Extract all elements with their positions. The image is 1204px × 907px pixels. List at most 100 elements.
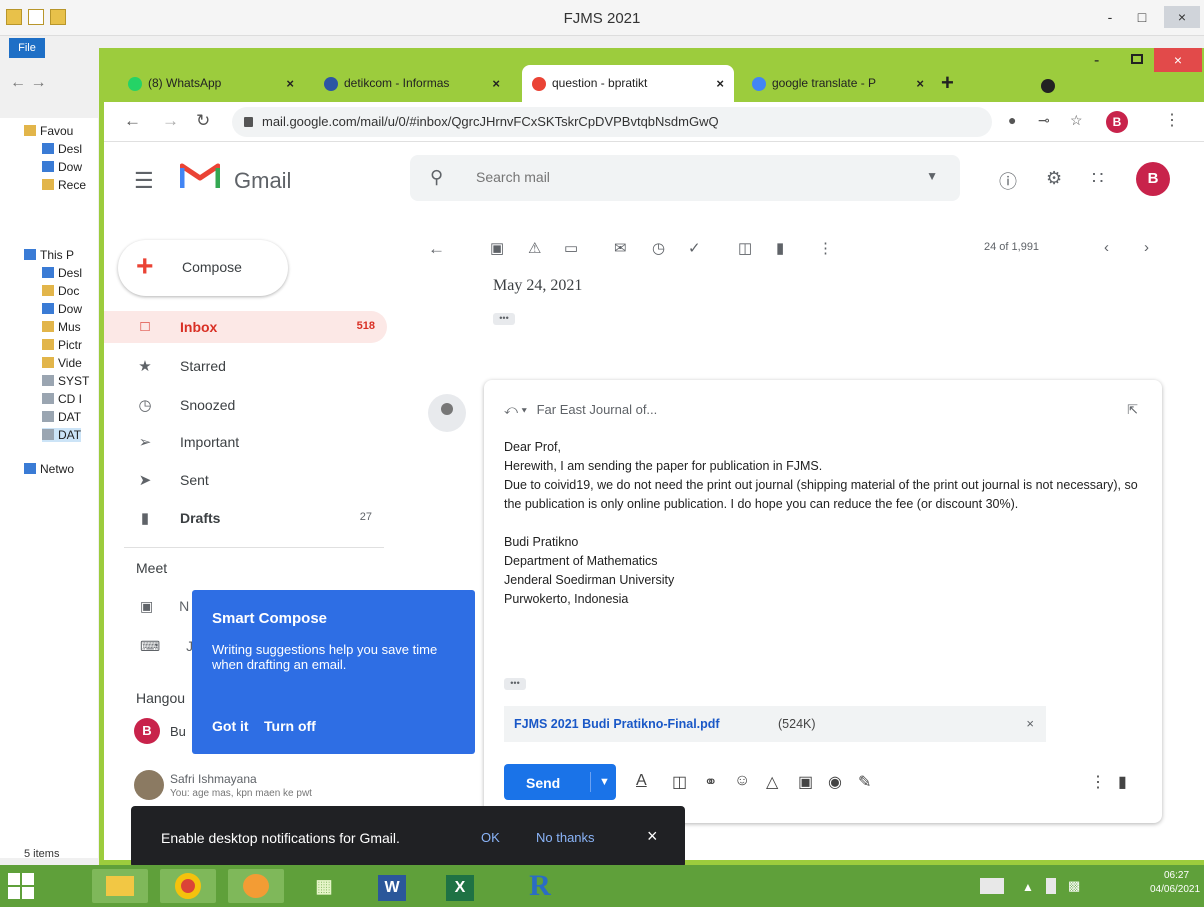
meet-new-meeting[interactable]: ▣ N [140,598,189,615]
bookmark-star-icon[interactable]: ☆ [1070,112,1083,129]
tab-google-translate[interactable]: google translate - P × [742,65,934,102]
attachment-chip[interactable]: FJMS 2021 Budi Pratikno-Final.pdf (524K)… [504,706,1046,742]
tree-item-documents[interactable]: Doc [42,284,79,298]
contact-name[interactable]: Safri Ishmayana [170,772,257,786]
remove-attachment-icon[interactable]: × [1026,716,1034,731]
delete-icon[interactable]: ▭ [564,239,578,257]
snooze-icon[interactable]: ◷ [652,239,665,257]
settings-gear-icon[interactable]: ⚙ [1046,168,1062,189]
apps-grid-icon[interactable]: ∷ [1092,168,1103,189]
gmail-account-avatar[interactable]: B [1136,162,1170,196]
label-icon[interactable]: ▮ [776,239,784,257]
search-options-icon[interactable]: ▼ [926,169,938,183]
explorer-maximize-button[interactable]: □ [1128,6,1156,28]
tree-item-network[interactable]: Netwo [24,462,74,476]
more-options-icon[interactable]: ⋮ [1090,772,1106,792]
tree-item-downloads[interactable]: Dow [42,160,82,174]
newer-icon[interactable]: ‹ [1104,239,1109,256]
got-it-button[interactable]: Got it [212,718,249,734]
tab-detikcom[interactable]: detikcom - Informas × [314,65,510,102]
tree-item-this-pc[interactable]: This P [24,248,74,262]
tree-item-downloads-pc[interactable]: Dow [42,302,82,316]
tree-item-favourites[interactable]: Favou [24,124,73,138]
compose-button[interactable]: + Compose [118,240,288,296]
chrome-icon[interactable] [160,869,216,903]
tree-item-desktop[interactable]: Desl [42,142,82,156]
nav-starred[interactable]: ★ Starred [104,350,384,382]
tree-item-data-drive-2[interactable]: DAT [42,428,82,442]
close-icon[interactable]: × [647,826,658,847]
explorer-minimize-button[interactable]: - [1096,6,1124,28]
hangout-user-name[interactable]: Bu [170,724,186,739]
move-to-icon[interactable]: ◫ [738,239,752,257]
insert-link-icon[interactable]: ⚭ [704,772,717,792]
close-icon[interactable]: × [916,65,924,102]
search-input[interactable] [476,169,856,185]
nav-snoozed[interactable]: ◷ Snoozed [104,389,384,421]
chrome-profile-avatar[interactable]: B [1106,111,1128,133]
chrome-close-button[interactable]: × [1154,48,1202,72]
tab-gmail[interactable]: question - bpratikt × [522,65,734,102]
notification-ok-button[interactable]: OK [481,830,500,845]
insert-drive-icon[interactable]: △ [766,772,778,792]
meet-join-meeting[interactable]: ⌨ J [140,638,193,655]
reload-icon[interactable]: ↻ [196,111,210,131]
mark-unread-icon[interactable]: ✉ [614,239,627,257]
keyboard-icon[interactable] [980,878,1004,894]
chrome-menu-icon[interactable]: ⋮ [1164,110,1180,130]
windows-start-icon[interactable] [8,873,34,899]
confidential-mode-icon[interactable]: ◉ [828,772,842,792]
close-icon[interactable]: × [492,65,500,102]
paint-icon[interactable] [228,869,284,903]
tree-item-videos[interactable]: Vide [42,356,82,370]
tree-item-music[interactable]: Mus [42,320,81,334]
older-icon[interactable]: › [1144,239,1149,256]
tree-item-system-drive[interactable]: SYST [42,374,89,388]
tray-arrow-icon[interactable]: ▲ [1022,880,1034,894]
file-tab[interactable]: File [9,38,45,58]
discard-draft-icon[interactable]: ▮ [1118,772,1127,792]
extension-icon[interactable]: ● [1008,112,1016,128]
nav-sent[interactable]: ➤ Sent [104,464,384,496]
tab-search-icon[interactable] [1041,79,1055,93]
tree-item-desktop-pc[interactable]: Desl [42,266,82,280]
forward-icon[interactable]: → [162,111,179,131]
help-icon[interactable]: ⓘ [999,168,1017,194]
new-tab-button[interactable]: + [941,70,954,96]
attachment-name[interactable]: FJMS 2021 Budi Pratikno-Final.pdf [514,717,720,731]
gmail-logo-icon[interactable] [180,160,220,190]
back-icon[interactable]: ← [124,111,141,131]
key-icon[interactable]: ⊸ [1038,112,1050,129]
tree-item-pictures[interactable]: Pictr [42,338,82,352]
contact-avatar[interactable] [134,770,164,800]
explorer-close-button[interactable]: × [1164,6,1200,28]
send-options-icon[interactable]: ▼ [590,772,610,792]
insert-photo-icon[interactable]: ▣ [798,772,813,792]
show-trimmed-content-button[interactable]: ••• [493,313,515,325]
tab-whatsapp[interactable]: (8) WhatsApp × [118,65,304,102]
close-icon[interactable]: × [716,65,724,102]
reply-icon[interactable]: ⤺ ▾ [504,402,527,417]
close-icon[interactable]: × [286,65,294,102]
address-bar[interactable]: mail.google.com/mail/u/0/#inbox/QgrcJHrn… [232,107,992,137]
excel-icon[interactable]: X [432,869,488,903]
attach-file-icon[interactable]: ◫ [672,772,687,792]
clock-time[interactable]: 06:27 [1164,870,1189,881]
nav-important[interactable]: ➢ Important [104,426,384,458]
more-options-icon[interactable]: ⋮ [818,239,833,257]
insert-emoji-icon[interactable]: ☺ [734,772,750,790]
send-button[interactable]: Send ▼ [504,764,616,800]
notification-no-thanks-button[interactable]: No thanks [536,830,595,845]
report-spam-icon[interactable]: ⚠ [528,239,541,257]
reply-recipient-row[interactable]: ⤺ ▾ Far East Journal of... [504,402,657,418]
main-menu-icon[interactable]: ☰ [134,168,154,194]
signal-icon[interactable]: ▩ [1068,878,1080,894]
tree-item-data-drive[interactable]: DAT [42,410,81,424]
r-app-icon[interactable]: R [512,869,568,903]
word-icon[interactable]: W [364,869,420,903]
archive-icon[interactable]: ▣ [490,239,504,257]
hangout-user-avatar[interactable]: B [134,718,160,744]
tree-item-cd-drive[interactable]: CD I [42,392,82,406]
chrome-minimize-button[interactable]: - [1094,52,1099,70]
show-trimmed-content-button[interactable]: ••• [504,678,526,690]
